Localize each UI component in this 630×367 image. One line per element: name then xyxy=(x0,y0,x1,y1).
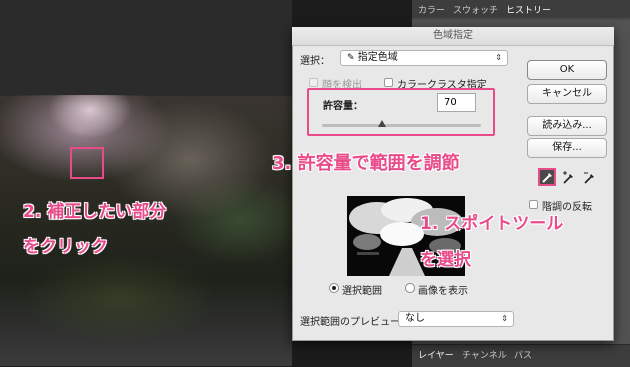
ok-button[interactable]: OK xyxy=(527,60,607,80)
annotation-step2b: をクリック xyxy=(23,237,108,257)
cancel-button[interactable]: キャンセル xyxy=(527,84,607,104)
radio-selection-label: 選択範囲 xyxy=(342,286,382,297)
select-dropdown[interactable]: ✎ 指定色域 ⇕ xyxy=(340,50,508,66)
invert-checkbox[interactable] xyxy=(529,200,538,209)
eyedropper-small-icon: ✎ xyxy=(347,53,355,63)
detect-faces-checkbox[interactable] xyxy=(309,78,318,87)
annotation-step3: 3. 許容量で範囲を調節 xyxy=(272,153,460,174)
tab-swatches[interactable]: スウォッチ xyxy=(453,3,498,16)
preview-label: 選択範囲のプレビュー： xyxy=(300,317,410,328)
eyedropper-minus-icon xyxy=(584,172,594,184)
sample-area-marker xyxy=(70,147,104,179)
eyedropper-plus-icon xyxy=(563,171,573,184)
annotation-step2: 2. 補正したい部分 xyxy=(23,202,167,222)
annotation-step1: 1. スポイトツール xyxy=(420,214,564,234)
annotation-step1b: を選択 xyxy=(420,250,471,270)
dialog-title: 色域指定 xyxy=(292,27,614,46)
chevron-updown-icon: ⇕ xyxy=(495,53,502,62)
radio-image[interactable] xyxy=(405,283,415,293)
preview-dropdown[interactable]: なし ⇕ xyxy=(398,311,514,327)
chevron-updown-icon: ⇕ xyxy=(501,314,508,323)
tab-channels[interactable]: チャンネル xyxy=(462,348,507,361)
load-button[interactable]: 読み込み... xyxy=(527,116,607,136)
tab-paths[interactable]: パス xyxy=(514,348,532,361)
eyedropper-minus-button[interactable] xyxy=(582,170,600,188)
tab-history[interactable]: ヒストリー xyxy=(506,3,551,16)
radio-image-label: 画像を表示 xyxy=(418,286,468,297)
eyedropper-icon xyxy=(542,173,552,183)
select-dropdown-value: 指定色域 xyxy=(357,52,398,63)
tab-color[interactable]: カラー xyxy=(418,3,445,16)
fuzziness-highlight-box xyxy=(307,88,495,136)
select-label: 選択： xyxy=(300,56,330,67)
radio-selection[interactable] xyxy=(329,283,339,293)
canvas-background xyxy=(0,0,292,95)
localized-clusters-checkbox[interactable] xyxy=(384,78,393,87)
eyedropper-tool-button[interactable] xyxy=(538,168,556,186)
eyedropper-plus-button[interactable] xyxy=(561,170,579,188)
save-button[interactable]: 保存... xyxy=(527,138,607,158)
tab-layers[interactable]: レイヤー xyxy=(418,348,454,361)
preview-dropdown-value: なし xyxy=(405,313,425,324)
